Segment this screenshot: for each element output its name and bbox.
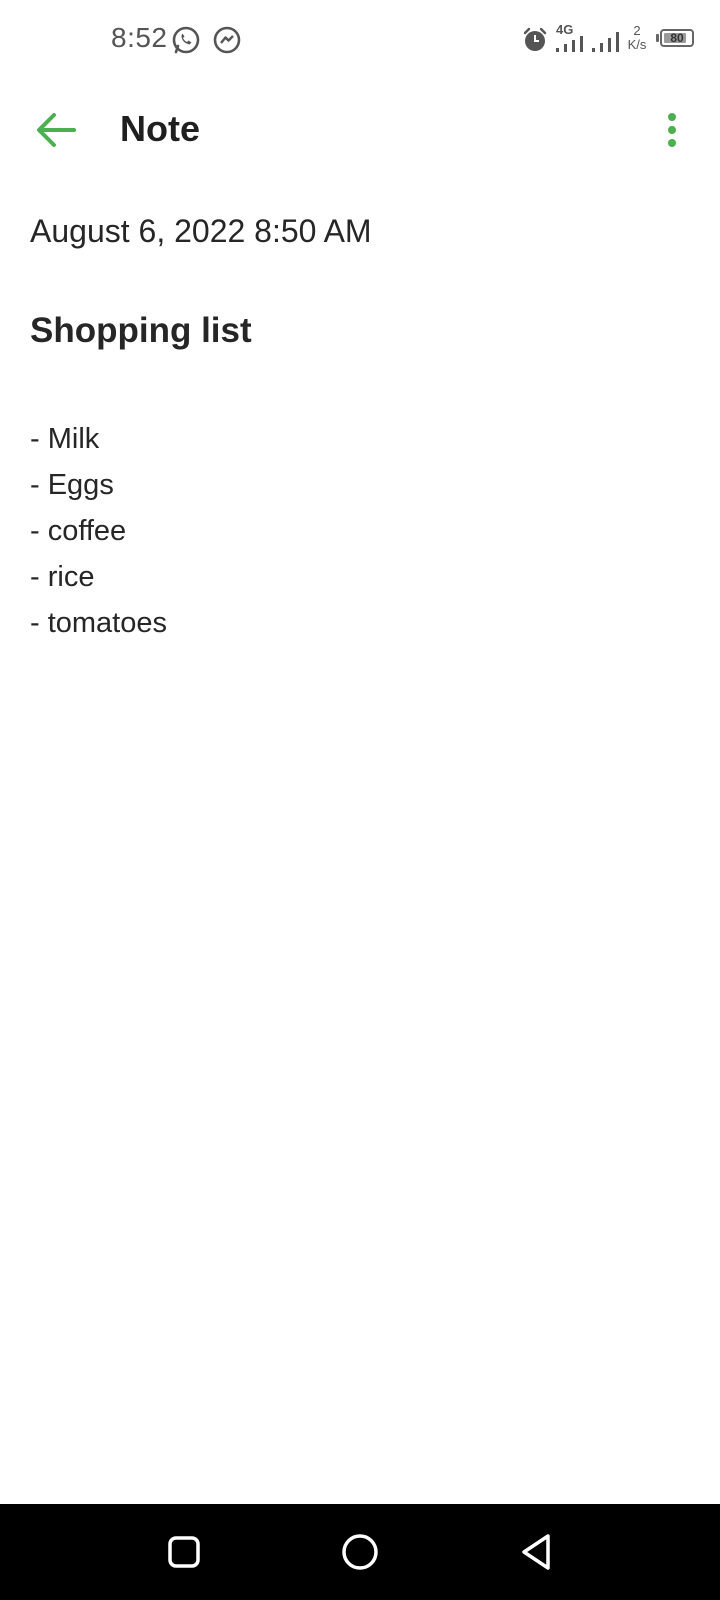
list-item: - Milk [30, 423, 100, 455]
status-time: 8:52 [111, 22, 168, 53]
list-item: - rice [30, 561, 95, 593]
signal-icon [556, 36, 583, 52]
home-button[interactable] [330, 1522, 390, 1582]
list-item: - Eggs [30, 469, 114, 501]
note-title[interactable]: Shopping list [30, 311, 252, 351]
recents-button[interactable] [154, 1522, 214, 1582]
app-toolbar: Note [0, 88, 720, 172]
circle-icon [342, 1534, 378, 1570]
network-speed-unit: K/s [627, 37, 647, 52]
page-title: Note [120, 108, 200, 149]
network-speed: 2 K/s [624, 24, 650, 52]
list-item: - coffee [30, 515, 127, 547]
note-body[interactable]: - Milk - Eggs - coffee - rice - tomatoes [30, 416, 690, 646]
whatsapp-icon [172, 26, 200, 54]
battery-cap [656, 34, 659, 42]
back-button[interactable] [22, 98, 90, 162]
messenger-icon [213, 26, 241, 54]
alarm-icon [523, 27, 547, 51]
battery-icon: 80 [660, 29, 694, 47]
more-vert-icon [668, 113, 676, 147]
status-bar: 8:52 4G 2 K/s 80 [0, 0, 720, 80]
nav-back-button[interactable] [506, 1522, 566, 1582]
screen: 8:52 4G 2 K/s 80 Note August 6, 2022 8:5… [0, 0, 720, 1600]
square-icon [168, 1536, 200, 1568]
battery-percent: 80 [670, 31, 684, 45]
arrow-back-icon [37, 113, 76, 147]
note-date: August 6, 2022 8:50 AM [30, 213, 372, 249]
system-nav-bar [0, 1504, 720, 1600]
triangle-back-icon [522, 1534, 550, 1570]
list-item: - tomatoes [30, 607, 167, 639]
network-type-label: 4G [556, 22, 574, 37]
signal-icon [592, 32, 619, 52]
more-options-button[interactable] [640, 98, 704, 162]
network-speed-value: 2 [633, 23, 641, 38]
